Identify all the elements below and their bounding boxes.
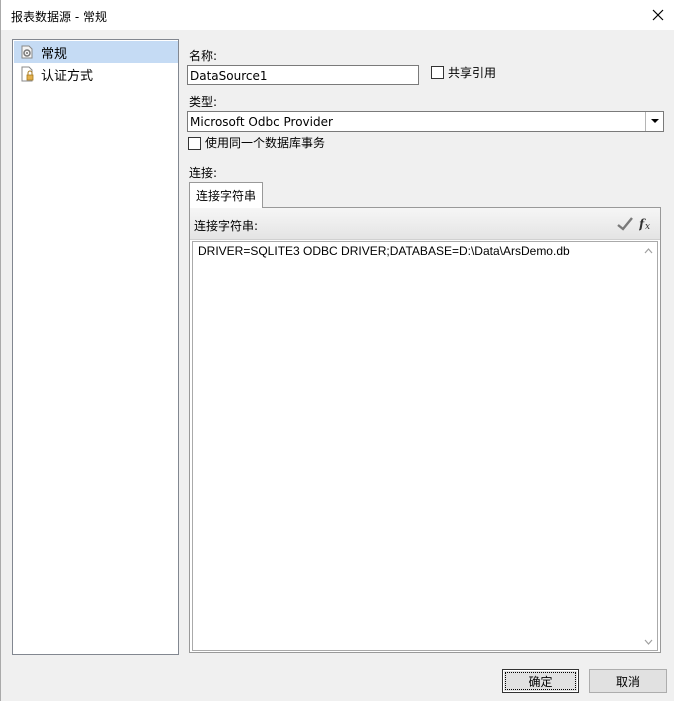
sidebar-item-general[interactable]: 常规 <box>14 41 178 63</box>
conn-string-label: 连接字符串: <box>194 219 259 233</box>
dialog-window: 报表数据源 - 常规 常规 认证方式 名称: DataSource1 共享引用 … <box>0 0 674 701</box>
sidebar-item-label: 认证方式 <box>41 68 94 84</box>
close-button[interactable] <box>645 2 671 28</box>
same-transaction-label: 使用同一个数据库事务 <box>205 136 326 150</box>
validate-button[interactable] <box>616 215 634 233</box>
title-bar: 报表数据源 - 常规 <box>1 0 674 30</box>
chevron-up-icon <box>644 247 653 253</box>
conn-string-editor[interactable]: DRIVER=SQLITE3 ODBC DRIVER;DATABASE=D:\D… <box>192 241 658 651</box>
svg-text:x: x <box>645 222 650 231</box>
lock-page-icon <box>19 66 35 82</box>
close-icon <box>652 9 664 21</box>
shared-ref-label: 共享引用 <box>448 66 497 80</box>
scroll-up-button[interactable] <box>640 242 657 259</box>
scroll-down-button[interactable] <box>640 633 657 650</box>
type-selected-value: Microsoft Odbc Provider <box>190 115 333 129</box>
chevron-down-icon <box>650 119 659 123</box>
name-input[interactable]: DataSource1 <box>187 65 419 85</box>
chevron-down-icon <box>644 639 653 645</box>
sidebar: 常规 认证方式 <box>12 39 179 655</box>
type-select[interactable]: Microsoft Odbc Provider <box>187 111 664 132</box>
window-title: 报表数据源 - 常规 <box>11 10 107 24</box>
fx-icon: f x <box>639 217 650 231</box>
gear-page-icon <box>19 44 35 60</box>
sidebar-item-label: 常规 <box>41 46 68 62</box>
connection-panel: 连接字符串: f x DRIVER=SQLITE3 ODBC DRIVER;DA… <box>189 207 661 653</box>
name-label: 名称: <box>189 49 218 63</box>
panel-header: 连接字符串: f x <box>190 208 660 240</box>
checkmark-icon <box>617 217 633 231</box>
same-transaction-checkbox[interactable] <box>188 137 201 150</box>
type-label: 类型: <box>189 95 218 109</box>
conn-string-value: DRIVER=SQLITE3 ODBC DRIVER;DATABASE=D:\D… <box>198 244 570 258</box>
ok-button[interactable]: 确定 <box>502 669 579 693</box>
tab-connection-string[interactable]: 连接字符串 <box>189 182 263 208</box>
dropdown-button[interactable] <box>645 112 663 131</box>
expression-button[interactable]: f x <box>638 215 656 233</box>
shared-ref-checkbox[interactable] <box>431 66 444 79</box>
cancel-button[interactable]: 取消 <box>589 669 667 693</box>
vertical-scrollbar[interactable] <box>640 242 657 650</box>
connection-label: 连接: <box>189 166 218 180</box>
sidebar-item-auth[interactable]: 认证方式 <box>14 63 178 85</box>
